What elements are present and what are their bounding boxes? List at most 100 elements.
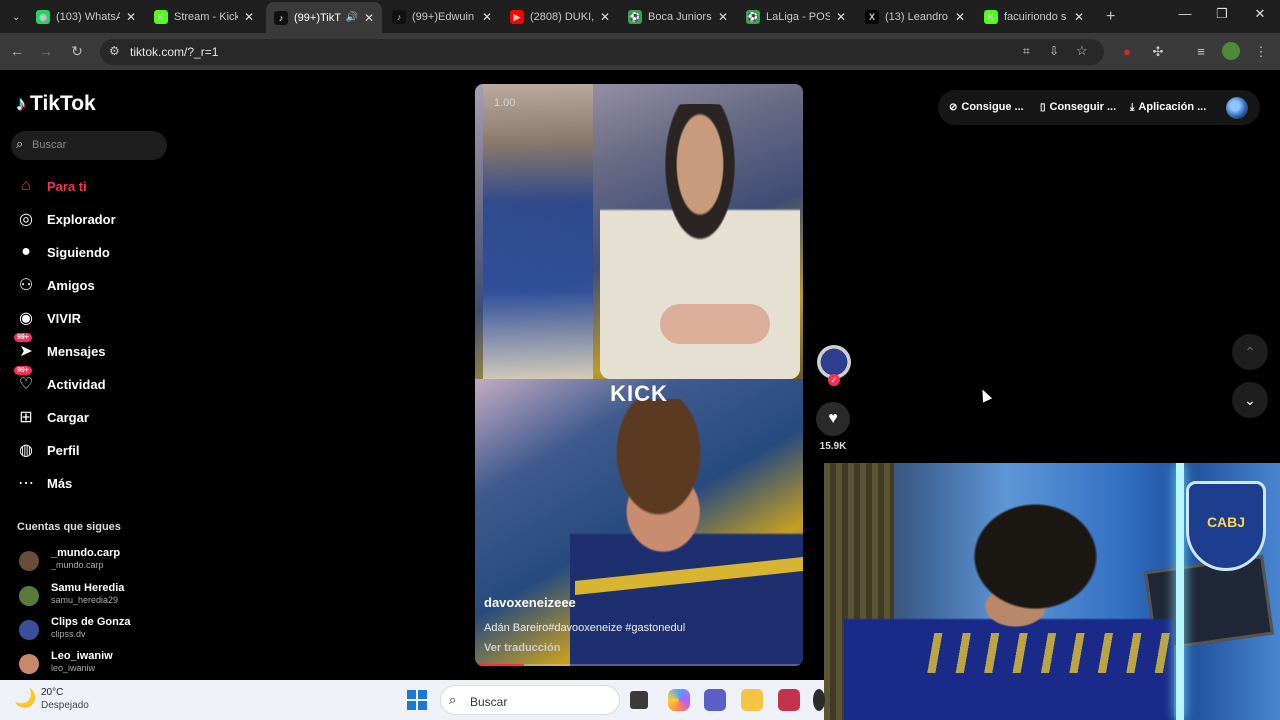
nav-item-mensajes[interactable]: ➤ 99+ Mensajes — [14, 333, 106, 363]
weather-moon-icon[interactable]: 🌙 — [14, 688, 36, 709]
like-count: 15.9K — [819, 441, 847, 452]
browser-tab[interactable]: X (13) Leandro ✕ — [857, 4, 973, 30]
teams-icon[interactable] — [704, 689, 726, 711]
tab-favicon-icon: ⚽ — [746, 10, 760, 24]
reload-icon[interactable]: ↻ — [68, 43, 86, 60]
video-author[interactable]: davoxeneizeee — [484, 595, 576, 610]
follow-check-icon[interactable]: ✓ — [828, 374, 840, 386]
video-top-frame — [475, 84, 803, 379]
nav-item-cargar[interactable]: ⊞ Cargar — [16, 405, 89, 429]
tab-close-icon[interactable]: ✕ — [718, 10, 728, 24]
nav-item-perfil[interactable]: ◍ Perfil — [16, 438, 80, 462]
extensions-puzzle-icon[interactable]: ✣ — [1149, 44, 1167, 60]
copilot-icon[interactable] — [668, 689, 690, 711]
browser-tab[interactable]: ◉ (103) WhatsA ✕ — [28, 4, 144, 30]
like-button[interactable]: ♥ — [816, 402, 850, 436]
tiktok-note-icon: ♪ — [16, 92, 26, 115]
tab-title: facuiriondo s — [1004, 11, 1067, 23]
browser-tab[interactable]: ⚽ Boca Juniors ✕ — [620, 4, 736, 30]
playback-speed[interactable]: 1.00 — [494, 97, 515, 109]
profile-avatar-icon[interactable] — [1222, 42, 1240, 60]
nav-item-m-s[interactable]: ⋯ Más — [16, 471, 72, 495]
tab-close-icon[interactable]: ✕ — [1074, 10, 1084, 24]
install-app-icon[interactable]: ⇩ — [1049, 44, 1059, 58]
club-shield-logo: CABJ — [1186, 481, 1266, 571]
shield-text: CABJ — [1206, 514, 1246, 530]
webcam-overlay: CABJ — [824, 463, 1280, 720]
taskbar-search[interactable]: ⌕ Buscar — [440, 685, 620, 715]
nav-item-label: Siguiendo — [47, 244, 110, 260]
windows-taskbar: 🌙 20°C Despejado ⌕ Buscar — [0, 680, 825, 720]
browser-tab[interactable]: K Stream - Kick ✕ — [146, 4, 262, 30]
tab-close-icon[interactable]: ✕ — [482, 10, 492, 24]
tab-search-button[interactable]: ⌄ — [4, 4, 28, 30]
browser-tab[interactable]: ⚽ LaLiga - POSI ✕ — [738, 4, 854, 30]
address-bar[interactable]: ⚙ tiktok.com/?_r=1 ⌗ ⇩ ☆ — [100, 39, 1104, 65]
tab-close-icon[interactable]: ✕ — [955, 10, 965, 24]
translate-icon[interactable]: ⌗ — [1023, 44, 1030, 59]
weather-temperature[interactable]: 20°C — [41, 687, 63, 698]
notification-badge: 99+ — [14, 366, 32, 375]
get-coins-button[interactable]: ⊘ Consigue ... — [949, 101, 1024, 113]
tab-close-icon[interactable]: ✕ — [364, 11, 374, 25]
desktop-app-button[interactable]: ⤓ Aplicación ... — [1130, 101, 1206, 113]
minimize-button[interactable]: — — [1170, 6, 1200, 21]
back-icon[interactable]: ← — [8, 43, 26, 59]
tab-favicon-icon: ♪ — [392, 10, 406, 24]
task-view-icon[interactable] — [630, 691, 648, 709]
nav-item-amigos[interactable]: ⚇ Amigos — [16, 273, 95, 297]
nav-item-explorador[interactable]: ◎ Explorador — [16, 207, 116, 231]
nav-item-label: VIVIR — [47, 310, 81, 326]
forward-icon[interactable]: → — [37, 43, 55, 59]
tab-title: (99+)Edwuin — [412, 11, 475, 23]
video-progress-bar[interactable] — [475, 664, 803, 666]
site-info-icon[interactable]: ⚙ — [109, 44, 120, 58]
browser-tab[interactable]: ▶ (2808) DUKI, ✕ — [502, 4, 618, 30]
tab-favicon-icon: ⚽ — [628, 10, 642, 24]
scroll-up-button[interactable]: ⌃ — [1232, 334, 1268, 370]
tab-close-icon[interactable]: ✕ — [600, 10, 610, 24]
media-control-icon[interactable]: ≡ — [1192, 44, 1210, 59]
user-avatar[interactable] — [1226, 97, 1248, 119]
close-window-button[interactable]: ✕ — [1245, 6, 1275, 22]
browser-tab[interactable]: ♪ (99+)TikT 🔊 ✕ — [266, 2, 382, 33]
nav-item-siguiendo[interactable]: ● Siguiendo — [16, 240, 110, 264]
file-explorer-icon[interactable] — [741, 689, 763, 711]
bookmark-star-icon[interactable]: ☆ — [1076, 43, 1088, 59]
tab-close-icon[interactable]: ✕ — [244, 10, 254, 24]
get-coins-label: Consigue ... — [961, 101, 1024, 113]
tiktok-logo[interactable]: ♪ TikTok — [16, 92, 96, 116]
get-app-button[interactable]: ▯ Conseguir ... — [1040, 101, 1116, 113]
maximize-button[interactable]: ❐ — [1207, 6, 1237, 22]
search-icon: ⌕ — [449, 692, 457, 707]
browser-tab[interactable]: Kfacuiriondo s ✕ — [976, 4, 1092, 30]
tab-title: (103) WhatsA — [56, 11, 120, 23]
app-icon-2[interactable] — [813, 689, 825, 711]
tab-title: (13) Leandro — [885, 11, 948, 23]
tab-title: Stream - Kick — [174, 11, 238, 23]
weather-description[interactable]: Despejado — [41, 700, 89, 711]
live-icon: ◉ — [19, 310, 33, 327]
browser-tab-bar: ⌄ ◉ (103) WhatsA ✕ K Stream - Kick ✕ ♪ (99+)Tik… — [0, 0, 1280, 33]
friends-icon: ⚇ — [18, 277, 34, 294]
nav-item-vivir[interactable]: ◉ VIVIR — [16, 306, 81, 330]
tab-audio-icon[interactable]: 🔊 — [345, 12, 357, 23]
see-translation-link[interactable]: Ver traducción — [484, 642, 560, 654]
tab-close-icon[interactable]: ✕ — [126, 10, 136, 24]
phone-icon: ▯ — [1040, 101, 1046, 113]
browser-tab[interactable]: ♪ (99+)Edwuin ✕ — [384, 4, 500, 30]
video-player[interactable]: KICK 1.00 davoxeneizeee Adán Bareiro#dav… — [475, 84, 803, 666]
tab-favicon-icon: X — [865, 10, 879, 24]
nav-item-actividad[interactable]: ♡ 99+ Actividad — [14, 366, 106, 396]
kebab-menu-icon[interactable]: ⋮ — [1252, 44, 1270, 60]
extension-record-icon[interactable]: ● — [1118, 44, 1136, 59]
app-icon[interactable] — [778, 689, 800, 711]
windows-start-icon[interactable] — [407, 690, 427, 710]
nav-item-para-ti[interactable]: ⌂ Para ti — [16, 174, 87, 198]
nav-item-label: Actividad — [47, 376, 106, 392]
video-caption: Adán Bareiro#davooxeneize #gastonedul — [484, 622, 686, 634]
scroll-down-button[interactable]: ⌄ — [1232, 382, 1268, 418]
new-tab-button[interactable]: + — [1098, 4, 1122, 30]
search-input[interactable]: ⌕ Buscar — [11, 131, 167, 160]
tab-close-icon[interactable]: ✕ — [836, 10, 846, 24]
